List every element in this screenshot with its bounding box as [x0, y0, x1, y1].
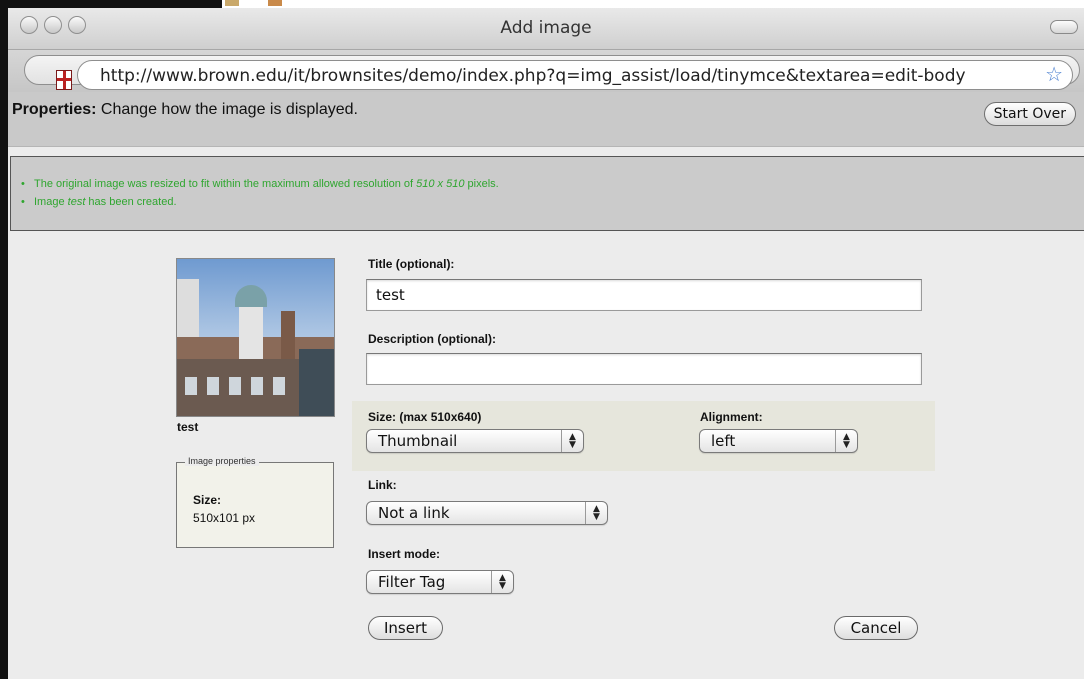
address-pill: http://www.brown.edu/it/brownsites/demo/…: [24, 55, 1080, 90]
thumb-part: [229, 377, 241, 395]
header-text: Properties: Change how the image is disp…: [12, 101, 358, 119]
message-text: has been created.: [85, 196, 177, 208]
image-size-label: Size:: [193, 493, 222, 507]
thumb-part: [251, 377, 263, 395]
insert-mode-select[interactable]: Filter Tag ▲ ▼: [366, 570, 514, 594]
url-field[interactable]: http://www.brown.edu/it/brownsites/demo/…: [77, 60, 1073, 90]
image-properties-fieldset: Image properties Size: 510x101 px: [176, 456, 334, 548]
message-emphasis: 510 x 510: [416, 178, 465, 190]
thumbnail-caption: test: [177, 420, 199, 434]
message-item: Image test has been created.: [21, 193, 1084, 211]
link-select-value: Not a link: [378, 504, 450, 522]
start-over-button[interactable]: Start Over: [983, 102, 1076, 126]
insert-mode-label: Insert mode:: [368, 547, 441, 561]
thumb-part: [239, 299, 263, 359]
image-properties-legend: Image properties: [185, 456, 259, 466]
link-label: Link:: [368, 478, 397, 492]
title-label: Title (optional):: [368, 257, 455, 271]
thumb-part: [299, 349, 334, 416]
thumb-part: [235, 285, 267, 307]
select-arrows-icon: ▲ ▼: [835, 430, 857, 452]
desktop-icon: [225, 0, 239, 6]
size-select-value: Thumbnail: [378, 432, 458, 450]
toolbar-toggle-button[interactable]: [1050, 20, 1078, 34]
thumb-part: [185, 377, 197, 395]
address-bar: http://www.brown.edu/it/brownsites/demo/…: [8, 50, 1084, 92]
desktop-icon: [268, 0, 282, 6]
thumb-part: [207, 377, 219, 395]
thumb-part: [273, 377, 285, 395]
site-shield-icon: [56, 70, 72, 90]
size-select[interactable]: Thumbnail ▲ ▼: [366, 429, 584, 453]
thumb-part: [281, 311, 295, 359]
bookmark-star-icon[interactable]: ☆: [1045, 63, 1063, 87]
size-label: Size: (max 510x640): [368, 410, 482, 424]
header-title: Properties:: [12, 101, 97, 118]
link-select[interactable]: Not a link ▲ ▼: [366, 501, 608, 525]
select-arrows-icon: ▲ ▼: [585, 502, 607, 524]
image-size-value: 510x101 px: [193, 511, 256, 525]
select-arrows-icon: ▲ ▼: [561, 430, 583, 452]
title-input[interactable]: test: [366, 279, 922, 311]
select-arrows-icon: ▲ ▼: [491, 571, 513, 593]
insert-button[interactable]: Insert: [368, 616, 443, 640]
status-messages: The original image was resized to fit wi…: [10, 156, 1084, 231]
url-text[interactable]: http://www.brown.edu/it/brownsites/demo/…: [100, 66, 1038, 86]
browser-window: Add image http://www.brown.edu/it/browns…: [0, 8, 1084, 679]
window-title: Add image: [500, 18, 592, 38]
properties-header: Properties: Change how the image is disp…: [8, 92, 1084, 147]
message-item: The original image was resized to fit wi…: [21, 175, 1084, 193]
description-input[interactable]: [366, 353, 922, 385]
message-text: pixels.: [464, 178, 499, 190]
cancel-button[interactable]: Cancel: [834, 616, 918, 640]
title-bar: Add image: [8, 8, 1084, 50]
alignment-select[interactable]: left ▲ ▼: [699, 429, 858, 453]
alignment-select-value: left: [711, 432, 736, 450]
description-label: Description (optional):: [368, 332, 496, 346]
header-subtitle: Change how the image is displayed.: [100, 101, 358, 118]
message-text: The original image was resized to fit wi…: [34, 178, 417, 190]
desktop-strip: [0, 0, 1084, 8]
alignment-label: Alignment:: [700, 410, 763, 424]
insert-mode-select-value: Filter Tag: [378, 573, 446, 591]
message-text: Image: [34, 196, 68, 208]
desktop-dark-region: [0, 0, 222, 8]
message-emphasis: test: [67, 196, 86, 208]
image-thumbnail: [176, 258, 335, 417]
